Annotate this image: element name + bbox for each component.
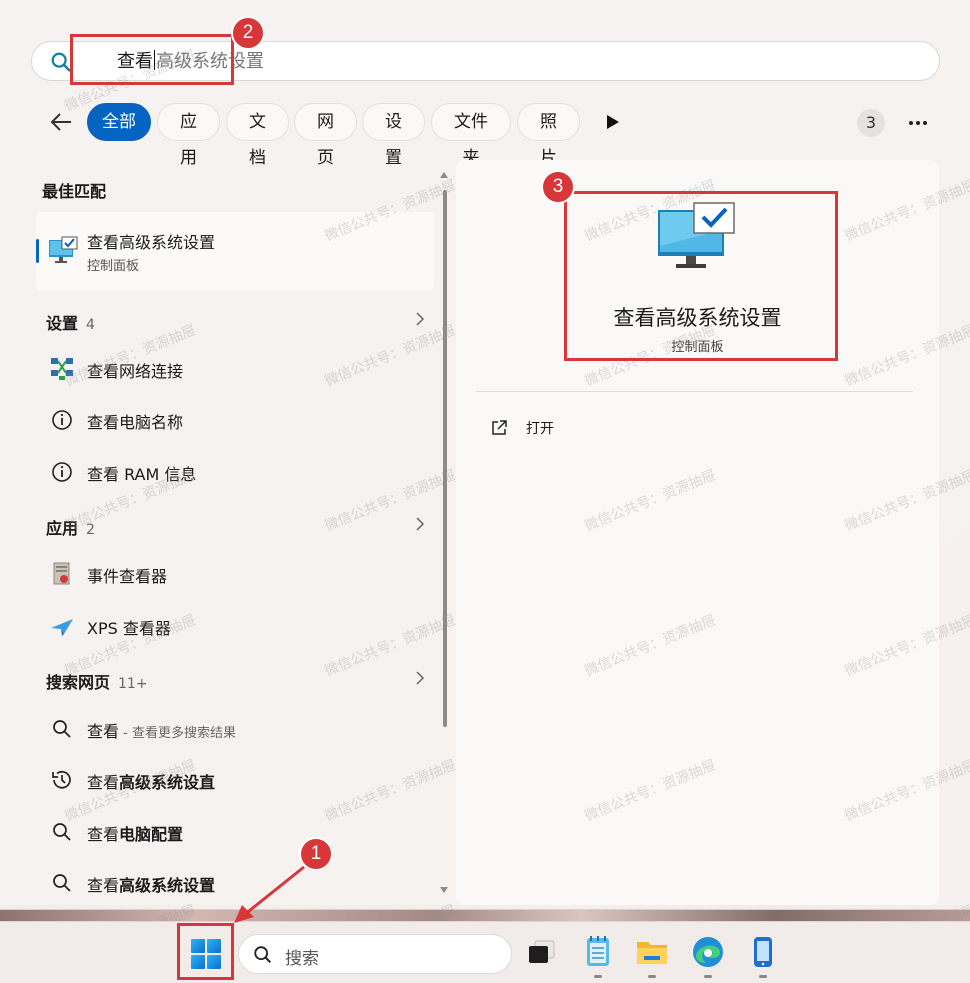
search-icon (254, 946, 272, 964)
list-item-label: 查看网络连接 (87, 362, 184, 381)
annotation-highlight-preview (564, 191, 838, 361)
list-item-label: 事件查看器 (87, 567, 168, 586)
running-indicator (594, 975, 602, 978)
best-match-title: 查看高级系统设置 (87, 233, 216, 252)
open-action-label: 打开 (526, 421, 554, 437)
preview-divider (476, 391, 913, 392)
filter-chip-folders[interactable]: 文件夹 (431, 103, 511, 168)
section-header-apps[interactable]: 应用 2 (46, 515, 95, 539)
info-icon (52, 462, 72, 482)
list-item-event-viewer[interactable]: 事件查看器 (44, 559, 434, 589)
annotation-arrow (234, 865, 305, 923)
settings-header-label: 设置 (46, 314, 79, 333)
best-match-result[interactable]: 查看高级系统设置 控制面板 (36, 212, 434, 290)
xps-viewer-icon (51, 619, 73, 636)
web-query-prefix: 查看 (87, 876, 120, 895)
list-item-label: 查看 RAM 信息 (87, 465, 197, 484)
task-view-icon[interactable] (524, 934, 560, 970)
list-item-computer-name[interactable]: 查看电脑名称 (44, 405, 434, 435)
web-query-bold: 高级系统设置 (119, 876, 216, 895)
web-query-prefix: 查看 (87, 773, 120, 792)
network-icon (51, 358, 73, 380)
running-indicator (648, 975, 656, 978)
search-icon (53, 720, 71, 738)
back-arrow-icon[interactable] (48, 109, 74, 135)
web-query-bold: 电脑配置 (119, 825, 184, 844)
history-icon (52, 770, 71, 789)
annotation-highlight-start (177, 923, 234, 980)
filter-chip-web[interactable]: 网页 (294, 103, 357, 168)
web-query-bold: 高级系统设直 (119, 773, 216, 792)
list-item-web-pc-config[interactable]: 查看电脑配置 (44, 817, 434, 847)
open-external-icon (492, 420, 507, 435)
annotation-badge-2: 2 (231, 16, 265, 50)
filter-chip-apps[interactable]: 应用 (157, 103, 220, 168)
search-icon (53, 874, 71, 892)
web-header-label: 搜索网页 (46, 673, 111, 692)
list-item-label: 查看电脑配置 (87, 821, 183, 845)
chevron-right-icon[interactable] (414, 517, 426, 531)
taskbar: 搜索 (0, 921, 970, 983)
section-header-best-match: 最佳匹配 (42, 182, 107, 201)
apps-header-label: 应用 (46, 519, 79, 538)
list-item-label: 查看 - 查看更多搜索结果 (87, 718, 236, 742)
web-query-prefix: 查看 (87, 722, 120, 741)
annotation-badge-3: 3 (541, 170, 575, 204)
play-icon[interactable] (606, 114, 620, 130)
running-indicator (759, 975, 767, 978)
list-item-label: 查看高级系统设置 (87, 872, 215, 896)
scroll-up-arrow[interactable] (440, 172, 448, 178)
list-item-web-search-more[interactable]: 查看 - 查看更多搜索结果 (44, 714, 434, 744)
info-icon (52, 410, 72, 430)
more-options-icon[interactable] (906, 111, 930, 135)
apps-count: 2 (86, 522, 95, 538)
file-explorer-icon[interactable] (634, 934, 670, 970)
web-count: 11+ (118, 676, 148, 692)
event-viewer-icon (53, 562, 70, 585)
chevron-right-icon[interactable] (414, 312, 426, 326)
filter-chip-photos[interactable]: 照片 (517, 103, 580, 168)
phone-link-icon[interactable] (745, 934, 781, 970)
section-header-settings[interactable]: 设置 4 (46, 310, 95, 334)
web-query-prefix: 查看 (87, 825, 120, 844)
search-icon (53, 823, 71, 841)
running-indicator (704, 975, 712, 978)
results-list: 最佳匹配 查看高级系统设置 控制面板 设置 4 查看网络连接 查看电脑名称 查看… (32, 160, 452, 900)
list-item-ram-info[interactable]: 查看 RAM 信息 (44, 457, 434, 487)
list-item-network-connections[interactable]: 查看网络连接 (44, 354, 434, 384)
list-item-label: 查看电脑名称 (87, 413, 184, 432)
list-item-label: 查看高级系统设直 (87, 769, 215, 793)
selection-accent (36, 239, 39, 263)
list-item-web-history[interactable]: 查看高级系统设直 (44, 765, 434, 795)
monitor-check-icon (49, 236, 78, 263)
section-header-web-search[interactable]: 搜索网页 11+ (46, 669, 148, 693)
taskbar-search-placeholder: 搜索 (285, 949, 319, 969)
open-action[interactable]: 打开 (486, 417, 606, 441)
scroll-down-arrow[interactable] (440, 887, 448, 893)
list-item-label: XPS 查看器 (87, 619, 171, 638)
filter-chip-documents[interactable]: 文档 (226, 103, 289, 168)
best-match-subtitle: 控制面板 (87, 259, 140, 274)
edge-browser-icon[interactable] (690, 934, 726, 970)
start-search-panel: 查看 高级系统设置 全部 应用 文档 网页 设置 文件夹 照片 3 最佳匹配 查… (0, 0, 970, 910)
taskbar-search-box[interactable]: 搜索 (238, 934, 512, 974)
filter-chip-all[interactable]: 全部 (87, 103, 151, 141)
filter-chip-settings[interactable]: 设置 (362, 103, 425, 168)
filter-bar: 全部 应用 文档 网页 设置 文件夹 照片 3 (40, 103, 940, 168)
web-query-suffix: - 查看更多搜索结果 (119, 726, 236, 741)
notepad-icon[interactable] (580, 934, 616, 970)
result-count-badge[interactable]: 3 (857, 109, 885, 137)
search-icon (51, 52, 71, 72)
annotation-highlight-search (70, 34, 234, 85)
chevron-right-icon[interactable] (414, 671, 426, 685)
settings-count: 4 (86, 317, 95, 333)
list-item-xps-viewer[interactable]: XPS 查看器 (44, 611, 434, 641)
scrollbar-thumb[interactable] (443, 190, 447, 727)
